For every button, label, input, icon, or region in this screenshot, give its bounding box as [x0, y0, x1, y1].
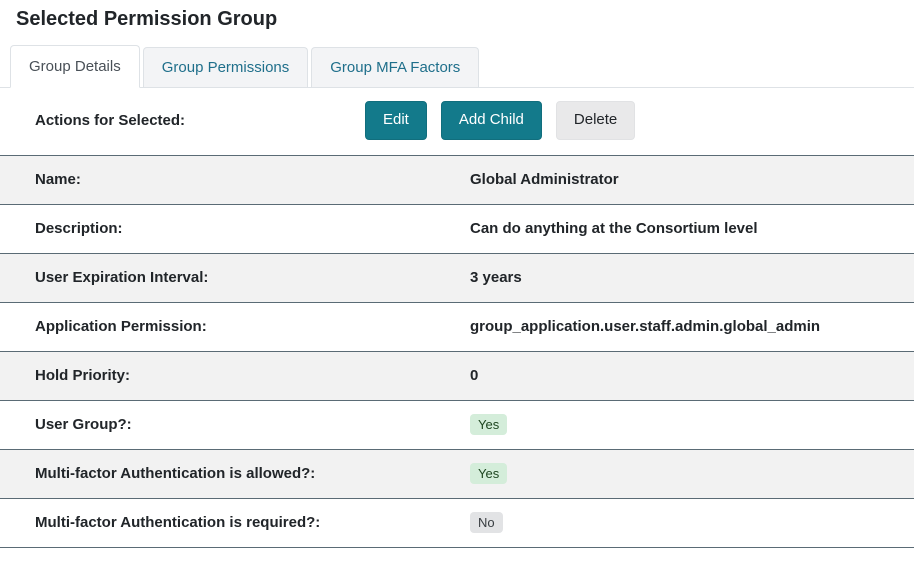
tab-group-permissions[interactable]: Group Permissions [142, 47, 309, 87]
row-value: Global Administrator [470, 171, 619, 188]
tab-bar: Group Details Group Permissions Group MF… [0, 45, 914, 88]
row-label: Multi-factor Authentication is allowed?: [35, 465, 316, 482]
status-badge: No [470, 512, 503, 533]
delete-button[interactable]: Delete [555, 101, 636, 140]
row-label: Description: [35, 220, 123, 237]
detail-row-mfa-allowed: Multi-factor Authentication is allowed?:… [0, 448, 914, 498]
detail-row-user-expiration-interval: User Expiration Interval: 3 years [0, 252, 914, 302]
group-details-panel: Actions for Selected: Edit Add Child Del… [0, 88, 914, 548]
status-badge: Yes [470, 414, 508, 435]
detail-row-user-group: User Group?: Yes [0, 399, 914, 449]
row-value: Can do anything at the Consortium level [470, 220, 758, 237]
row-value: 0 [470, 367, 479, 384]
permission-group-page: Selected Permission Group Group Details … [0, 0, 914, 571]
edit-button[interactable]: Edit [365, 101, 427, 140]
detail-row-description: Description: Can do anything at the Cons… [0, 203, 914, 253]
row-label: User Group?: [35, 416, 132, 433]
status-badge: Yes [470, 463, 508, 484]
row-value: 3 years [470, 269, 522, 286]
tab-group-details[interactable]: Group Details [10, 45, 140, 88]
row-label: Multi-factor Authentication is required?… [35, 514, 321, 531]
actions-row: Actions for Selected: Edit Add Child Del… [0, 88, 914, 155]
actions-buttons: Edit Add Child Delete [365, 101, 636, 140]
detail-row-hold-priority: Hold Priority: 0 [0, 350, 914, 400]
detail-row-mfa-required: Multi-factor Authentication is required?… [0, 497, 914, 547]
row-value: group_application.user.staff.admin.globa… [470, 318, 821, 335]
actions-label: Actions for Selected: [35, 111, 186, 129]
detail-row-name: Name: Global Administrator [0, 154, 914, 204]
detail-row-application-permission: Application Permission: group_applicatio… [0, 301, 914, 351]
add-child-button[interactable]: Add Child [440, 101, 542, 140]
detail-rows: Name: Global Administrator Description: … [0, 154, 914, 548]
tab-group-mfa-factors[interactable]: Group MFA Factors [311, 47, 480, 87]
row-label: Hold Priority: [35, 367, 131, 384]
row-label: Name: [35, 171, 81, 188]
row-label: Application Permission: [35, 318, 207, 335]
page-title: Selected Permission Group [16, 8, 278, 30]
row-label: User Expiration Interval: [35, 269, 209, 286]
